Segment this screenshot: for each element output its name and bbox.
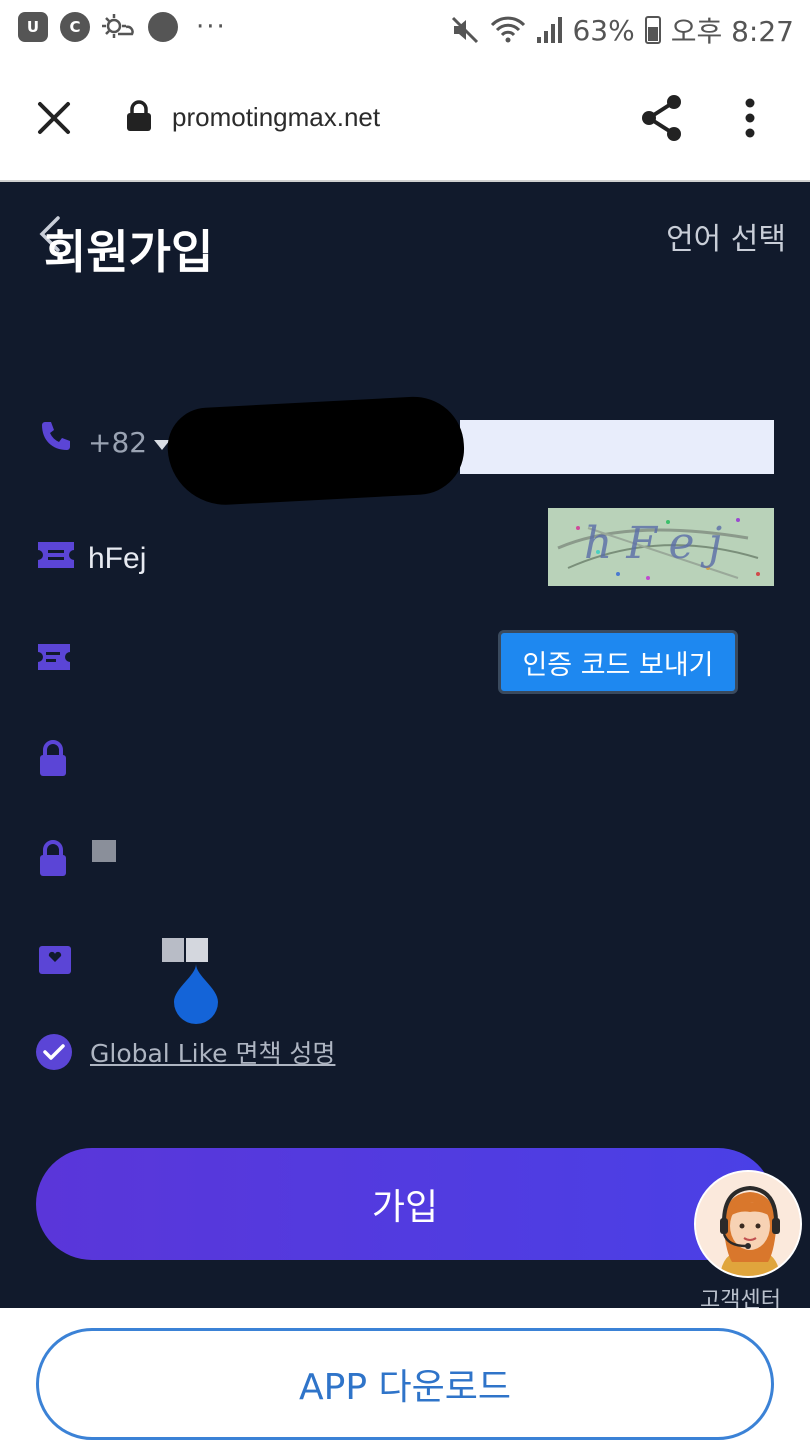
app-download-button[interactable]: APP 다운로드 [36, 1328, 774, 1440]
signal-icon [537, 17, 563, 43]
captcha-image-text: hFej [584, 518, 737, 569]
check-icon[interactable] [36, 1034, 72, 1070]
more-vert-icon[interactable] [744, 98, 756, 138]
mute-icon [452, 16, 479, 44]
confirm-password-input[interactable] [92, 840, 116, 862]
captcha-input[interactable]: hFej [88, 542, 146, 576]
gift-box-icon [39, 946, 71, 974]
wifi-icon [491, 16, 526, 43]
verification-code-input[interactable] [92, 644, 432, 684]
ticket-icon [38, 542, 74, 568]
footer-bar: APP 다운로드 [0, 1308, 810, 1440]
country-code[interactable]: +82 [88, 426, 147, 459]
page-title: 회원가입 [44, 225, 214, 279]
browser-toolbar: promotingmax.net [0, 58, 810, 182]
status-right: 63% 오후 8:27 [450, 10, 794, 50]
language-select[interactable]: 언어 선택 [666, 214, 786, 258]
lock-icon [40, 840, 66, 876]
lock-icon [127, 100, 151, 131]
signup-page: 회원가입 언어 선택 +82 hFej hFej 인증 코드 보내기 Globa… [0, 184, 810, 1313]
status-bar: U C ··· 63% 오후 8:27 [0, 0, 810, 58]
phone-row: +82 [0, 394, 810, 508]
password-row [0, 716, 810, 796]
text-cursor-handle-icon[interactable] [160, 916, 230, 1028]
more-notifications-icon: ··· [196, 12, 227, 42]
password-input[interactable] [92, 738, 692, 782]
confirm-password-row [0, 816, 810, 896]
disclaimer-row: Global Like 면책 성명 [36, 1034, 335, 1070]
captcha-image[interactable]: hFej [548, 508, 774, 586]
clock: 오후 8:27 [670, 15, 794, 48]
support-agent-avatar[interactable] [694, 1170, 802, 1278]
lock-icon [40, 740, 66, 776]
phone-icon [42, 422, 70, 450]
phone-input[interactable] [460, 420, 774, 474]
chat-notification-icon [148, 12, 178, 42]
app-notification-icon: U [18, 12, 48, 42]
redaction-mark [200, 452, 400, 492]
c-notification-icon: C [60, 12, 90, 42]
send-code-button[interactable]: 인증 코드 보내기 [498, 630, 738, 694]
referral-row [0, 916, 810, 1024]
share-icon[interactable] [640, 94, 684, 142]
status-left-icons: U C ··· [18, 12, 227, 42]
signup-button[interactable]: 가입 [36, 1148, 774, 1260]
weather-icon [102, 14, 134, 38]
battery-percent: 63% [572, 13, 635, 47]
captcha-row: hFej hFej [0, 508, 810, 596]
close-icon[interactable] [34, 98, 74, 138]
battery-icon [644, 16, 661, 44]
disclaimer-link[interactable]: Global Like 면책 성명 [90, 1034, 335, 1070]
ticket-edit-icon [38, 644, 70, 670]
url-text[interactable]: promotingmax.net [172, 102, 380, 133]
